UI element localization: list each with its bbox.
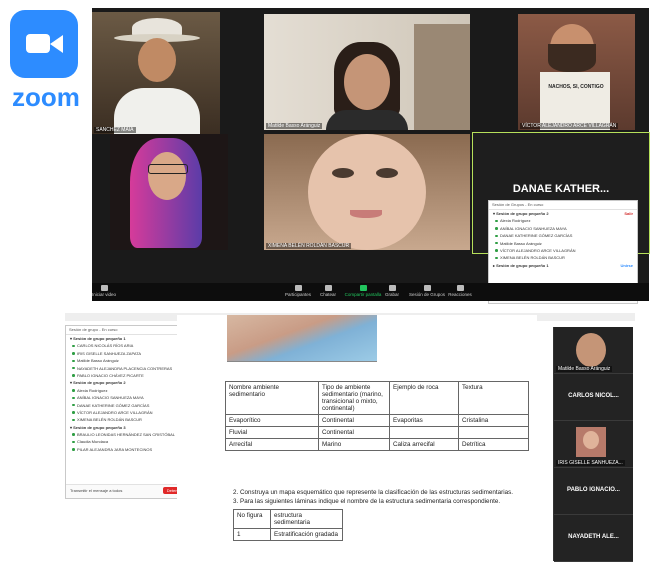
- video-tile[interactable]: NAYADETH ALE...: [554, 515, 633, 562]
- meeting-window-bottom: Sesión de grupo - En curso ▾ Sesión de g…: [65, 313, 635, 562]
- table-header: Ejemplo de roca: [389, 381, 459, 415]
- table-cell: [389, 426, 459, 439]
- question-3: 3. Para las siguientes láminas indique e…: [233, 498, 501, 505]
- table-header: Tipo de ambiente sedimentario (marino, t…: [318, 381, 390, 415]
- video-tile[interactable]: CARLOS NICOL...: [554, 374, 633, 421]
- participant-item: VÍCTOR ALEJANDRO ARCE VILLAGRÁN: [489, 247, 637, 254]
- structures-table: No figura estructura sedimentaria 1 Estr…: [233, 509, 343, 541]
- meeting-window-top: SANCHEZ MAIA Matilde Basso Aránguiz NACH…: [92, 8, 650, 304]
- table-cell: Evaporitas: [389, 414, 459, 427]
- camera-icon: [26, 34, 50, 53]
- join-link[interactable]: Unirse: [621, 262, 633, 269]
- video-tile[interactable]: PABLO IGNACIO...: [554, 468, 633, 515]
- table-header: estructura sedimentaria: [270, 509, 343, 529]
- table-cell: Marino: [318, 438, 390, 451]
- table-row: Fluvial Continental: [225, 426, 529, 439]
- video-tile[interactable]: Matilde Basso Aránguiz: [264, 14, 470, 130]
- participant-column: Matilde Basso Aránguiz CARLOS NICOL... I…: [553, 327, 633, 562]
- participant-item: ANÍBAL IGNACIO SANHUEZA MAYA: [489, 225, 637, 232]
- table-header: No figura: [233, 509, 271, 529]
- video-tile[interactable]: NACHOS, SI, CONTIGO VÍCTOR ALEJANDRO ARC…: [518, 14, 635, 130]
- table-cell: [458, 426, 529, 439]
- chat-icon: [324, 285, 332, 291]
- table-row: Arrecifal Marino Caliza arrecifal Detrít…: [225, 438, 529, 451]
- reactions-button[interactable]: Reacciones: [440, 285, 480, 297]
- participant-name-large: DANAE KATHER...: [512, 183, 610, 195]
- zoom-logo: [10, 10, 78, 78]
- participant-name: XIMENA BELÉN ROLDÁN BASCUR: [266, 243, 352, 249]
- video-tile[interactable]: [110, 134, 228, 250]
- table-cell: Estratificación gradada: [270, 528, 343, 541]
- table-cell: 1: [233, 528, 271, 541]
- zoom-wordmark: zoom: [12, 82, 80, 112]
- participant-item: Matilde Basso Aránguiz: [489, 240, 637, 247]
- breakout-group[interactable]: ▸ Sesión de grupo pequeño 1 Unirse: [489, 262, 637, 269]
- participant-name: VÍCTOR ALEJANDRO ARCE VILLAGRÁN: [520, 123, 619, 129]
- participant-name-large: CARLOS NICOL...: [568, 393, 619, 399]
- table-cell: Detrítica: [458, 438, 529, 451]
- video-tile[interactable]: Matilde Basso Aránguiz: [554, 327, 633, 374]
- table-cell: Continental: [318, 414, 390, 427]
- environments-table: Nombre ambiente sedimentario Tipo de amb…: [225, 381, 529, 451]
- video-button[interactable]: Iniciar video: [84, 285, 124, 297]
- participant-name: SANCHEZ MAIA: [94, 127, 136, 133]
- broadcast-dropdown[interactable]: Transmitir el mensaje a todos: [70, 488, 122, 493]
- meeting-toolbar: Iniciar video Participantes Chatear Comp…: [92, 283, 649, 301]
- table-cell: Cristalina: [458, 414, 529, 427]
- participant-item: Alexia Rodríguez: [489, 217, 637, 224]
- participant-item: DANAE KATHERINE GÓMEZ GARCÍAS: [489, 232, 637, 239]
- participant-name: IRIS GISELLE SANHUEZA...: [556, 460, 625, 466]
- share-screen-icon: [359, 285, 367, 291]
- participant-name: Matilde Basso Aránguiz: [556, 366, 613, 372]
- video-tile[interactable]: XIMENA BELÉN ROLDÁN BASCUR: [264, 134, 470, 250]
- table-cell: Continental: [318, 426, 390, 439]
- participants-icon: [294, 285, 302, 291]
- record-icon: [388, 285, 396, 291]
- participant-name-large: PABLO IGNACIO...: [567, 487, 620, 493]
- table-row: Evaporítico Continental Evaporitas Crist…: [225, 414, 529, 427]
- video-tile[interactable]: IRIS GISELLE SANHUEZA...: [554, 421, 633, 468]
- sediment-diagram: [227, 315, 377, 362]
- participant-name-large: NAYADETH ALE...: [568, 534, 619, 540]
- video-tile[interactable]: SANCHEZ MAIA: [92, 12, 220, 134]
- participant-item: XIMENA BELÉN ROLDÁN BASCUR: [489, 254, 637, 261]
- apron-text: NACHOS, SI, CONTIGO: [548, 84, 604, 90]
- shared-document: Nombre ambiente sedimentario Tipo de amb…: [177, 315, 537, 561]
- table-cell: Caliza arrecifal: [389, 438, 459, 451]
- table-cell: Evaporítico: [225, 414, 319, 427]
- table-cell: Fluvial: [225, 426, 319, 439]
- question-2: 2. Construya un mapa esquemático que rep…: [233, 489, 514, 496]
- breakout-group[interactable]: ▾ Sesión de grupo pequeño 2 Salir: [489, 210, 637, 217]
- table-cell: Arrecifal: [225, 438, 319, 451]
- table-header: Textura: [458, 381, 529, 415]
- table-header: Nombre ambiente sedimentario: [225, 381, 319, 415]
- leave-link[interactable]: Salir: [624, 210, 633, 217]
- reactions-icon: [456, 285, 464, 291]
- participant-name: Matilde Basso Aránguiz: [266, 123, 323, 129]
- table-row: 1 Estratificación gradada: [233, 528, 343, 541]
- breakout-rooms-icon: [423, 285, 431, 291]
- video-icon: [100, 285, 108, 291]
- panel-title: Sesión de Grupos - En curso: [489, 201, 637, 210]
